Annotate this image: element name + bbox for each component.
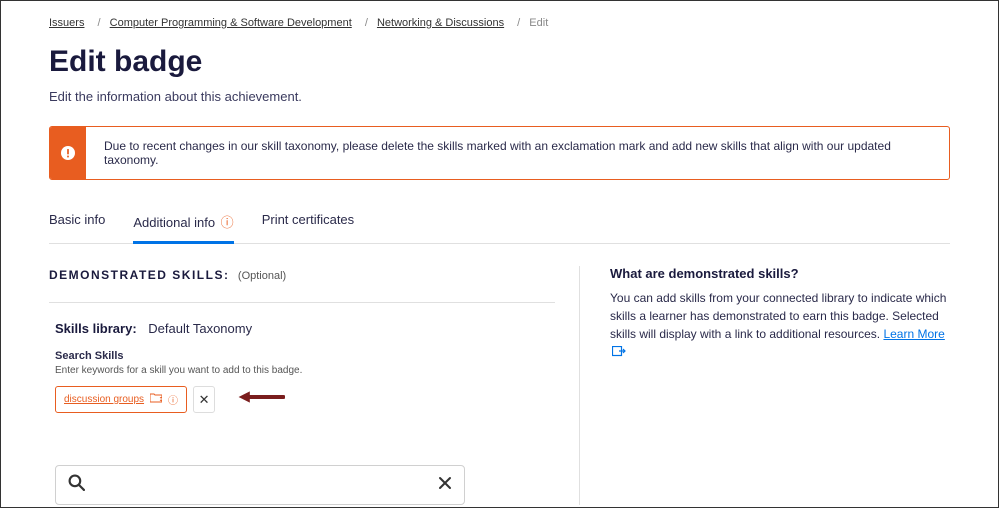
search-icon xyxy=(68,474,85,496)
search-input-container[interactable] xyxy=(55,465,465,505)
search-skills-label: Search Skills xyxy=(49,350,555,362)
tab-label: Print certificates xyxy=(262,212,354,227)
close-icon: ✕ xyxy=(199,392,210,408)
divider xyxy=(49,302,555,303)
tab-label: Basic info xyxy=(49,212,105,227)
alert-icon xyxy=(50,127,86,179)
sidebar-text: You can add skills from your connected l… xyxy=(610,289,950,362)
breadcrumb: Issuers / Computer Programming & Softwar… xyxy=(49,17,950,29)
breadcrumb-current: Edit xyxy=(529,17,548,29)
skills-library-value: Default Taxonomy xyxy=(148,321,252,336)
alert-banner: Due to recent changes in our skill taxon… xyxy=(49,126,950,180)
skills-library-row: Skills library: Default Taxonomy xyxy=(49,321,555,336)
breadcrumb-separator: / xyxy=(365,17,368,29)
section-title-skills: DEMONSTRATED SKILLS: xyxy=(49,268,229,282)
breadcrumb-link-program[interactable]: Computer Programming & Software Developm… xyxy=(110,17,352,29)
warning-icon: ⓘ xyxy=(221,215,234,230)
learn-more-link[interactable]: Learn More xyxy=(883,327,944,341)
tab-additional-info[interactable]: Additional info ⓘ xyxy=(133,202,233,244)
tab-print-certificates[interactable]: Print certificates xyxy=(262,202,354,243)
folder-icon xyxy=(150,393,162,406)
breadcrumb-separator: / xyxy=(98,17,101,29)
remove-skill-button[interactable]: ✕ xyxy=(193,386,215,413)
tab-basic-info[interactable]: Basic info xyxy=(49,202,105,243)
page-title: Edit badge xyxy=(49,45,950,79)
sidebar-title: What are demonstrated skills? xyxy=(610,266,950,281)
skill-chip[interactable]: discussion groups ⓘ xyxy=(55,386,187,413)
warning-icon: ⓘ xyxy=(168,392,178,407)
external-link-icon xyxy=(612,344,626,362)
breadcrumb-link-networking[interactable]: Networking & Discussions xyxy=(377,17,504,29)
breadcrumb-link-issuers[interactable]: Issuers xyxy=(49,17,84,29)
alert-text: Due to recent changes in our skill taxon… xyxy=(86,127,949,179)
clear-search-button[interactable] xyxy=(438,476,452,495)
tab-label: Additional info xyxy=(133,215,215,230)
search-skills-hint: Enter keywords for a skill you want to a… xyxy=(49,365,555,376)
optional-label: (Optional) xyxy=(238,270,286,282)
search-input[interactable] xyxy=(85,477,438,493)
annotation-arrow xyxy=(237,388,285,411)
page-subtitle: Edit the information about this achievem… xyxy=(49,89,950,104)
skills-library-label: Skills library: xyxy=(55,321,137,336)
tabs: Basic info Additional info ⓘ Print certi… xyxy=(49,202,950,244)
skill-chip-label: discussion groups xyxy=(64,394,144,405)
breadcrumb-separator: / xyxy=(517,17,520,29)
